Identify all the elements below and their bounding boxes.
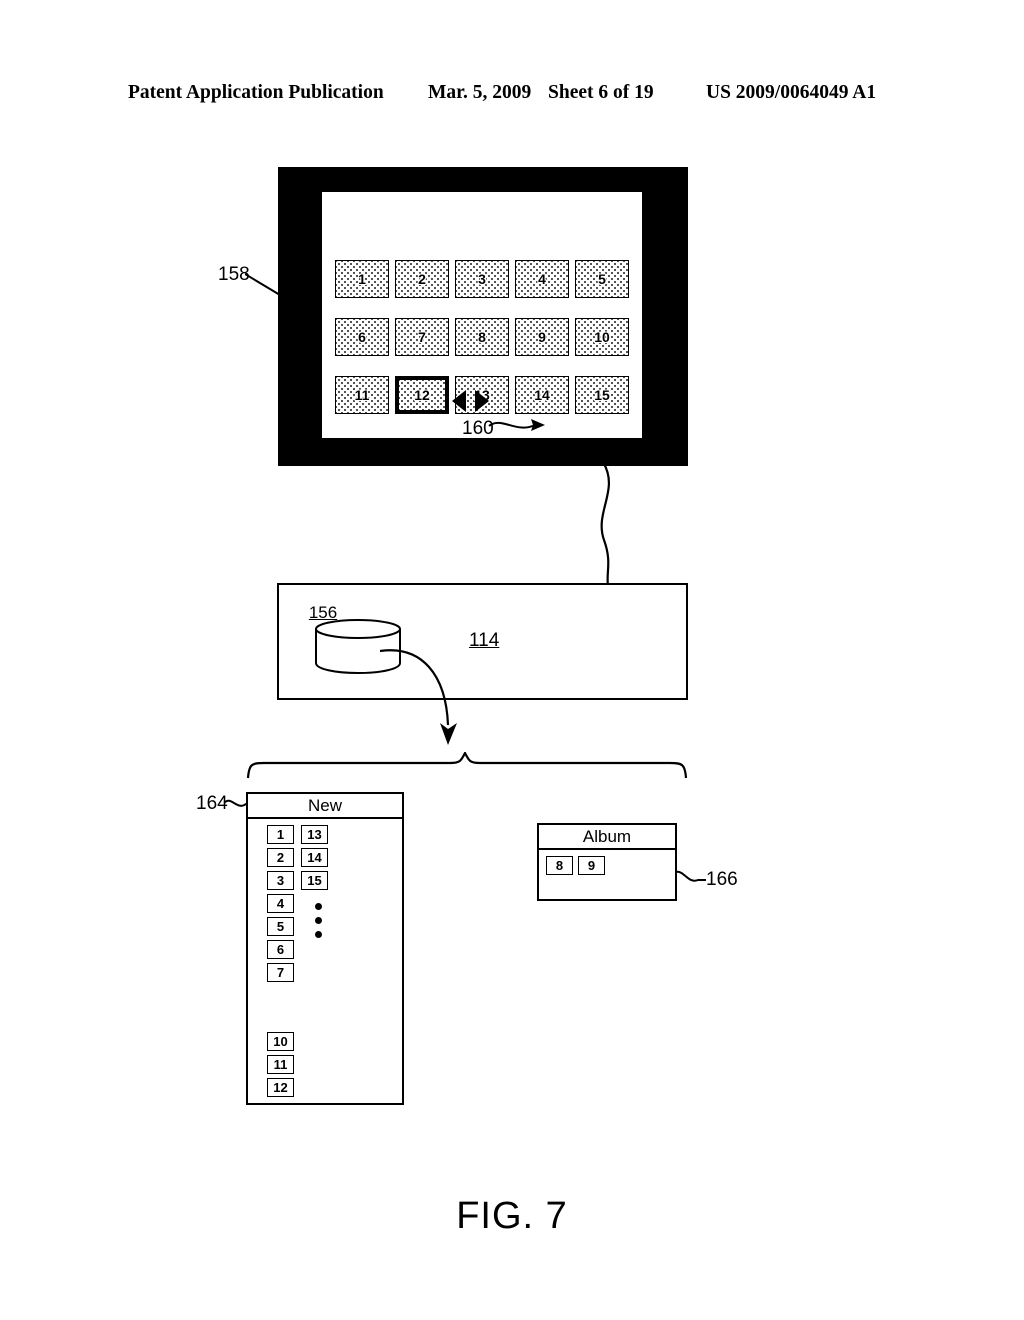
media-chip[interactable]: 7 — [267, 963, 294, 982]
thumbnail-cell[interactable]: 6 — [335, 318, 389, 356]
thumbnail-cell[interactable]: 11 — [335, 376, 389, 414]
thumbnail-label: 14 — [534, 387, 550, 403]
media-chip-label: 1 — [276, 827, 285, 842]
leader-line-166 — [676, 870, 706, 882]
panel-album-body: 8 9 — [539, 850, 675, 875]
triangle-left-icon[interactable] — [452, 390, 466, 412]
thumbnail-cell[interactable]: 5 — [575, 260, 629, 298]
media-chip-label: 9 — [587, 858, 596, 873]
media-chip[interactable]: 3 — [267, 871, 294, 890]
media-chip-label: 8 — [555, 858, 564, 873]
page-header: Patent Application Publication Mar. 5, 2… — [0, 82, 1024, 112]
media-chip[interactable]: 15 — [301, 871, 328, 890]
media-chip[interactable]: 1 — [267, 825, 294, 844]
ellipsis-dot — [314, 903, 322, 910]
thumbnail-label: 15 — [594, 387, 610, 403]
media-chip-label: 10 — [273, 1034, 288, 1049]
thumbnail-cell-selected[interactable]: 12 — [395, 376, 449, 414]
database-ref-label: 156 — [308, 603, 338, 622]
thumbnail-label: 3 — [478, 271, 486, 287]
header-publication: Patent Application Publication — [128, 82, 384, 103]
media-chip-label: 4 — [276, 896, 285, 911]
thumbnail-label: 7 — [418, 329, 426, 345]
media-chip[interactable]: 9 — [578, 856, 605, 875]
thumbnail-label: 8 — [478, 329, 486, 345]
header-patent-number: US 2009/0064049 A1 — [706, 82, 877, 103]
media-chip-label: 3 — [276, 873, 285, 888]
ref-label-164: 164 — [196, 793, 228, 814]
thumbnail-label: 6 — [358, 329, 366, 345]
thumbnail-cell[interactable]: 1 — [335, 260, 389, 298]
thumbnail-cell[interactable]: 14 — [515, 376, 569, 414]
thumbnail-cell[interactable]: 8 — [455, 318, 509, 356]
media-chip[interactable]: 5 — [267, 917, 294, 936]
media-chip[interactable]: 14 — [301, 848, 328, 867]
triangle-right-icon[interactable] — [475, 390, 489, 412]
media-chip-label: 15 — [307, 873, 322, 888]
media-chip[interactable]: 10 — [267, 1032, 294, 1051]
panel-new-left-column: 1 2 3 4 5 6 7 10 11 12 — [267, 825, 294, 1097]
media-chip-label: 11 — [273, 1057, 288, 1072]
connector-display-to-memory — [600, 462, 610, 586]
panel-new-title: New — [248, 794, 402, 819]
media-chip-label: 12 — [273, 1080, 288, 1095]
media-chip-label: 7 — [276, 965, 285, 980]
media-chip-label: 6 — [276, 942, 285, 957]
media-chip-empty-slot — [267, 1009, 294, 1028]
media-chip-label: 5 — [276, 919, 285, 934]
media-chip[interactable]: 6 — [267, 940, 294, 959]
media-chip[interactable]: 8 — [546, 856, 573, 875]
thumbnail-label: 9 — [538, 329, 546, 345]
vertical-ellipsis-icon — [308, 903, 328, 938]
media-chip[interactable]: 12 — [267, 1078, 294, 1097]
thumbnail-cell[interactable]: 2 — [395, 260, 449, 298]
panel-new-right-column: 13 14 15 — [301, 825, 328, 938]
thumbnail-cell[interactable]: 4 — [515, 260, 569, 298]
navigation-arrows — [452, 390, 489, 412]
thumbnail-label: 11 — [354, 387, 370, 403]
media-chip[interactable]: 2 — [267, 848, 294, 867]
figure-caption: FIG. 7 — [456, 1195, 568, 1237]
thumbnail-label: 4 — [538, 271, 546, 287]
thumbnail-label: 5 — [598, 271, 606, 287]
panel-album[interactable]: Album 8 9 — [537, 823, 677, 901]
thumbnail-cell[interactable]: 15 — [575, 376, 629, 414]
media-chip-label: 2 — [276, 850, 285, 865]
ellipsis-dot — [314, 931, 322, 938]
arrow-database-to-brace — [380, 649, 457, 745]
thumbnail-cell[interactable]: 10 — [575, 318, 629, 356]
media-chip[interactable]: 11 — [267, 1055, 294, 1074]
ref-label-166: 166 — [706, 869, 738, 890]
display-screen: 1 2 3 4 5 6 7 8 9 10 11 12 13 14 15 — [322, 192, 642, 438]
thumbnail-cell[interactable]: 3 — [455, 260, 509, 298]
header-sheet: Sheet 6 of 19 — [548, 82, 654, 103]
media-chip[interactable]: 13 — [301, 825, 328, 844]
media-chip-empty-slot — [267, 986, 294, 1005]
ellipsis-dot — [314, 917, 322, 924]
panel-new[interactable]: New 1 2 3 4 5 6 7 10 11 12 13 14 15 — [246, 792, 404, 1105]
thumbnail-cell[interactable]: 7 — [395, 318, 449, 356]
thumbnail-label: 2 — [418, 271, 426, 287]
media-chip-label: 14 — [307, 850, 322, 865]
thumbnail-label: 12 — [414, 387, 430, 403]
leader-arrow-160 — [488, 419, 545, 431]
thumbnail-label: 1 — [358, 271, 366, 287]
media-chip-label: 13 — [307, 827, 322, 842]
grouping-brace — [246, 752, 688, 779]
panel-album-title: Album — [539, 825, 675, 850]
thumbnail-cell[interactable]: 9 — [515, 318, 569, 356]
thumbnail-label: 10 — [594, 329, 610, 345]
media-chip[interactable]: 4 — [267, 894, 294, 913]
header-date: Mar. 5, 2009 — [428, 82, 532, 103]
